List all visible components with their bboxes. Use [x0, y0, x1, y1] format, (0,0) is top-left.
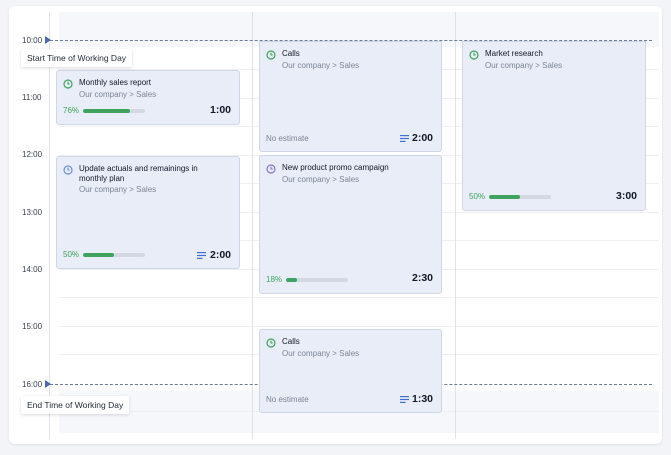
task-duration: 1:00 — [209, 104, 231, 116]
hour-label-15: 15:00 — [22, 322, 43, 331]
progress-fill — [286, 277, 298, 282]
list-icon — [400, 135, 409, 142]
hour-label-11: 11:00 — [22, 93, 42, 102]
task-duration: 2:00 — [411, 132, 433, 144]
progress: 50% — [469, 192, 551, 201]
hour-label-16: 16:00 — [22, 380, 43, 389]
progress-bar — [286, 277, 348, 282]
end-of-day-tooltip: End Time of Working Day — [21, 396, 130, 414]
task-duration: 3:00 — [615, 190, 637, 202]
progress-bar — [83, 252, 145, 257]
grid-line — [59, 297, 659, 298]
task-project: Our company > Sales — [282, 61, 360, 70]
task-project: Our company > Sales — [282, 349, 360, 358]
start-of-day-marker[interactable] — [45, 36, 51, 44]
task-project: Our company > Sales — [485, 61, 563, 70]
clock-icon — [266, 50, 276, 60]
task-title: Market research — [485, 49, 543, 58]
grid-line — [59, 326, 659, 327]
task-project: Our company > Sales — [282, 175, 360, 184]
progress-bar — [83, 108, 145, 113]
task-project: Our company > Sales — [79, 90, 157, 99]
column-divider — [455, 12, 456, 439]
hour-label-12: 12:00 — [22, 150, 43, 159]
list-icon — [400, 396, 409, 403]
task-title: New product promo campaign — [282, 163, 389, 172]
column-divider — [252, 12, 253, 439]
task-card[interactable]: Monthly sales report Our company > Sales… — [56, 70, 240, 125]
progress-percent: 50% — [63, 250, 80, 259]
task-card[interactable]: New product promo campaign Our company >… — [259, 155, 442, 294]
task-card[interactable]: Calls Our company > Sales No estimate 1:… — [259, 329, 442, 413]
progress-fill — [83, 108, 131, 113]
progress-fill — [489, 194, 520, 199]
task-duration: 2:00 — [209, 249, 231, 261]
task-title: Monthly sales report — [79, 78, 152, 87]
clock-icon — [266, 338, 276, 348]
list-icon — [197, 252, 206, 259]
task-title: Calls — [282, 337, 300, 346]
start-of-day-tooltip: Start Time of Working Day — [21, 49, 133, 67]
task-title: Update actuals and remainings in monthly… — [79, 164, 198, 183]
clock-icon — [469, 50, 479, 60]
progress-percent: 76% — [63, 106, 80, 115]
column-divider — [49, 12, 50, 439]
end-of-day-marker[interactable] — [45, 380, 51, 388]
progress: 76% — [63, 106, 145, 115]
clock-icon — [63, 165, 73, 175]
task-card[interactable]: Calls Our company > Sales No estimate 2:… — [259, 41, 442, 152]
progress-percent: 18% — [266, 275, 283, 284]
hour-label-13: 13:00 — [22, 208, 43, 217]
clock-icon — [63, 79, 73, 89]
progress-bar — [489, 194, 551, 199]
task-duration: 2:30 — [411, 272, 433, 284]
clock-icon — [266, 164, 276, 174]
no-estimate-label: No estimate — [266, 134, 309, 143]
hour-label-14: 14:00 — [22, 265, 43, 274]
hour-label-10: 10:00 — [22, 36, 43, 45]
task-project: Our company > Sales — [79, 185, 157, 194]
task-duration: 1:30 — [411, 393, 433, 405]
task-card[interactable]: Update actuals and remainings in monthly… — [56, 156, 240, 269]
progress: 50% — [63, 250, 145, 259]
no-estimate-label: No estimate — [266, 395, 309, 404]
task-title: Calls — [282, 49, 300, 58]
progress-percent: 50% — [469, 192, 486, 201]
progress: 18% — [266, 275, 348, 284]
task-card[interactable]: Market research Our company > Sales 50% … — [462, 41, 646, 211]
progress-fill — [83, 252, 114, 257]
